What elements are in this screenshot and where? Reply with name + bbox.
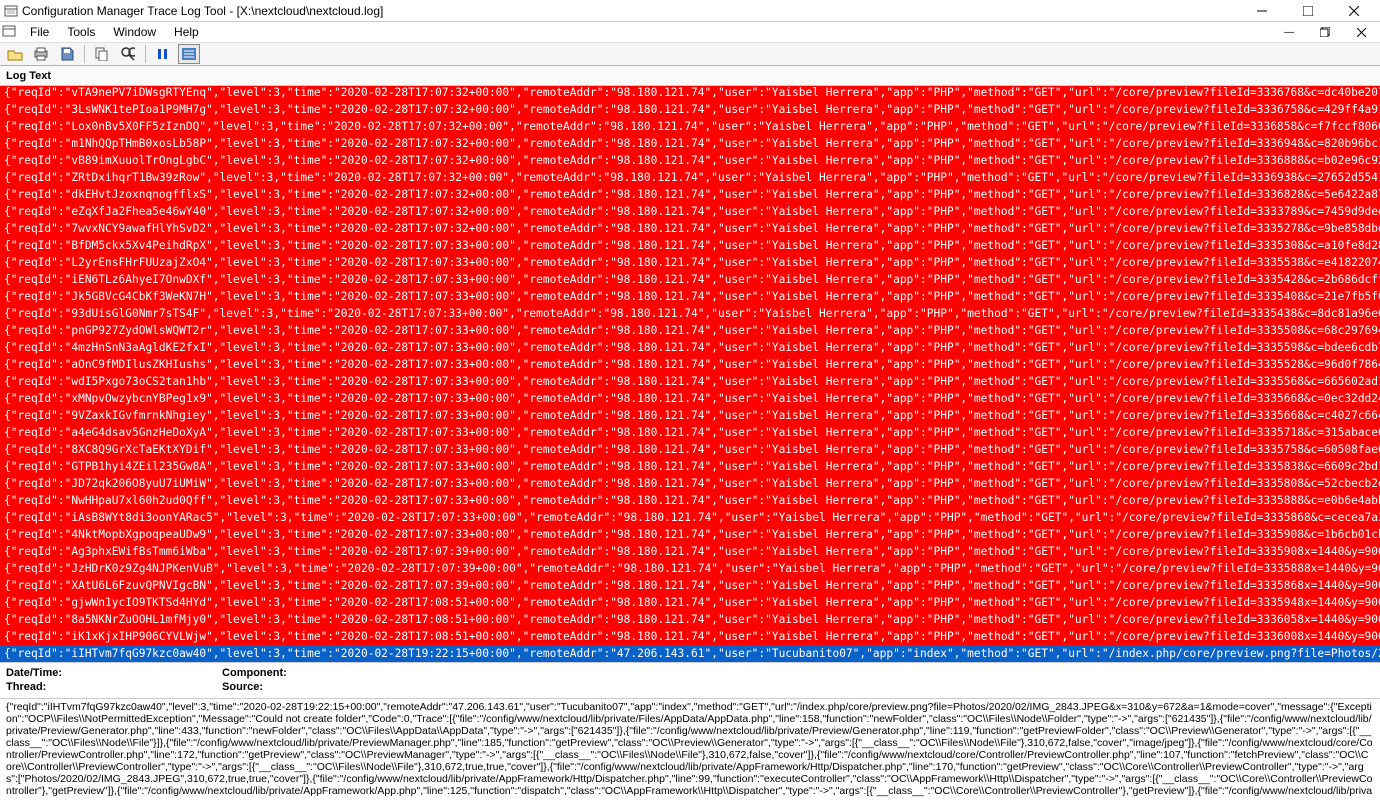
toolbar (0, 42, 1380, 66)
menu-tools[interactable]: Tools (59, 23, 103, 41)
log-row[interactable]: {"reqId":"L2yrEnsFHrFUUzajZxO4","level":… (0, 254, 1380, 271)
log-row[interactable]: {"reqId":"eZqXfJa2Fhea5e46wY40","level":… (0, 203, 1380, 220)
log-row[interactable]: {"reqId":"Lox0nBv5X0FF5zIznDQ","level":3… (0, 118, 1380, 135)
mdi-close-button[interactable] (1352, 22, 1370, 42)
log-row[interactable]: {"reqId":"m1NhQQpTHmB0xosLb58P","level":… (0, 135, 1380, 152)
log-row[interactable]: {"reqId":"NwHHpaU7xl60h2ud0Qff","level":… (0, 492, 1380, 509)
log-row[interactable]: {"reqId":"Ag3phxEWifBsTmm6iWba","level":… (0, 543, 1380, 560)
column-header[interactable]: Log Text (0, 66, 1380, 86)
detail-text[interactable]: {"reqId":"iIHTvm7fqG97kzc0aw40","level":… (0, 698, 1380, 798)
document-icon[interactable] (2, 24, 18, 40)
mdi-restore-button[interactable] (1316, 22, 1334, 42)
log-row[interactable]: {"reqId":"ZRtDxihqrT1Bw39zRow","level":3… (0, 169, 1380, 186)
menubar: File Tools Window Help — (0, 22, 1380, 42)
log-row[interactable]: {"reqId":"vTA9nePV7iDWsgRTYEnq","level":… (0, 86, 1380, 101)
mdi-window-buttons: — (1280, 22, 1378, 42)
find-icon[interactable] (117, 44, 139, 64)
titlebar: Configuration Manager Trace Log Tool - [… (0, 0, 1380, 22)
list-view-icon[interactable] (178, 44, 200, 64)
log-row[interactable]: {"reqId":"wdI5Pxgo73oCS2tan1hb","level":… (0, 373, 1380, 390)
app-icon (4, 4, 18, 18)
log-row[interactable]: {"reqId":"iAsB8WYt8di3oonYARac5","level"… (0, 509, 1380, 526)
close-button[interactable] (1340, 1, 1368, 21)
log-row[interactable]: {"reqId":"xMNpvOwzybcnYBPeg1x9","level":… (0, 390, 1380, 407)
log-row[interactable]: {"reqId":"dkEHvtJzoxnqnogfflxS","level":… (0, 186, 1380, 203)
log-row[interactable]: {"reqId":"iIHTvm7fqG97kzc0aw40","level":… (0, 645, 1380, 662)
log-row[interactable]: {"reqId":"iK1xKjxIHP906CYVLWjw","level":… (0, 628, 1380, 645)
log-row[interactable]: {"reqId":"gjwWn1ycIO9TKTSd4HYd","level":… (0, 594, 1380, 611)
log-row[interactable]: {"reqId":"4NktMopbXgpoqpeaUDw9","level":… (0, 526, 1380, 543)
print-icon[interactable] (30, 44, 52, 64)
minimize-button[interactable] (1248, 1, 1276, 21)
mdi-minimize-button[interactable]: — (1280, 22, 1298, 42)
thread-label: Thread: (6, 681, 46, 693)
menu-help[interactable]: Help (166, 23, 207, 41)
log-row[interactable]: {"reqId":"4mzHnSnN3aAgldKE2fxI","level":… (0, 339, 1380, 356)
log-row[interactable]: {"reqId":"7wvxNCY9awafHlYhSvD2","level":… (0, 220, 1380, 237)
log-row[interactable]: {"reqId":"pnGP927ZydOWlsWQWT2r","level":… (0, 322, 1380, 339)
datetime-label: Date/Time: (6, 667, 62, 679)
window-buttons (1248, 1, 1376, 21)
copy-icon[interactable] (91, 44, 113, 64)
maximize-button[interactable] (1294, 1, 1322, 21)
log-row[interactable]: {"reqId":"iEN6TLz6AhyeI7OnwDXf","level":… (0, 271, 1380, 288)
log-row[interactable]: {"reqId":"8a5NKNrZuOOHL1mfMjy0","level":… (0, 611, 1380, 628)
log-row[interactable]: {"reqId":"93dUisGlG0Nmr7sTS4F","level":3… (0, 305, 1380, 322)
log-row[interactable]: {"reqId":"8XC8Q9GrXcTaEKtXYDif","level":… (0, 441, 1380, 458)
menu-file[interactable]: File (22, 23, 57, 41)
window-title: Configuration Manager Trace Log Tool - [… (22, 4, 1248, 18)
column-log-text: Log Text (6, 70, 51, 82)
log-row[interactable]: {"reqId":"vB89imXuuolTrOngLgbC","level":… (0, 152, 1380, 169)
log-row[interactable]: {"reqId":"aOnC9fMDIlusZKHIushs","level":… (0, 356, 1380, 373)
log-row[interactable]: {"reqId":"a4eG4dsav5GnzHeDoXyA","level":… (0, 424, 1380, 441)
detail-header: Date/Time: Thread: Component: Source: (0, 662, 1380, 698)
log-row[interactable]: {"reqId":"9VZaxkIGvfmrnkNhgiey","level":… (0, 407, 1380, 424)
menu-window[interactable]: Window (105, 23, 164, 41)
pause-icon[interactable] (152, 44, 174, 64)
log-row[interactable]: {"reqId":"JD72qk206O8yuU7iUMiW","level":… (0, 475, 1380, 492)
log-list[interactable]: {"reqId":"axUoW6Qg31OwPl4mw4wf9","level"… (0, 86, 1380, 662)
component-label: Component: (222, 667, 287, 679)
log-row[interactable]: {"reqId":"BfDM5ckx5Xv4PeihdRpX","level":… (0, 237, 1380, 254)
save-icon[interactable] (56, 44, 78, 64)
log-row[interactable]: {"reqId":"3LsWNK1tePIoa1P9MH7g","level":… (0, 101, 1380, 118)
log-row[interactable]: {"reqId":"XAtU6L6FzuvQPNVIgcBN","level":… (0, 577, 1380, 594)
log-row[interactable]: {"reqId":"GTPB1hyi4ZEil235Gw8A","level":… (0, 458, 1380, 475)
open-icon[interactable] (4, 44, 26, 64)
source-label: Source: (222, 681, 263, 693)
log-row[interactable]: {"reqId":"Jk5GBVcG4CbKf3WeKN7H","level":… (0, 288, 1380, 305)
log-row[interactable]: {"reqId":"JzHDrK0z9Zg4NJPKenVuB","level"… (0, 560, 1380, 577)
